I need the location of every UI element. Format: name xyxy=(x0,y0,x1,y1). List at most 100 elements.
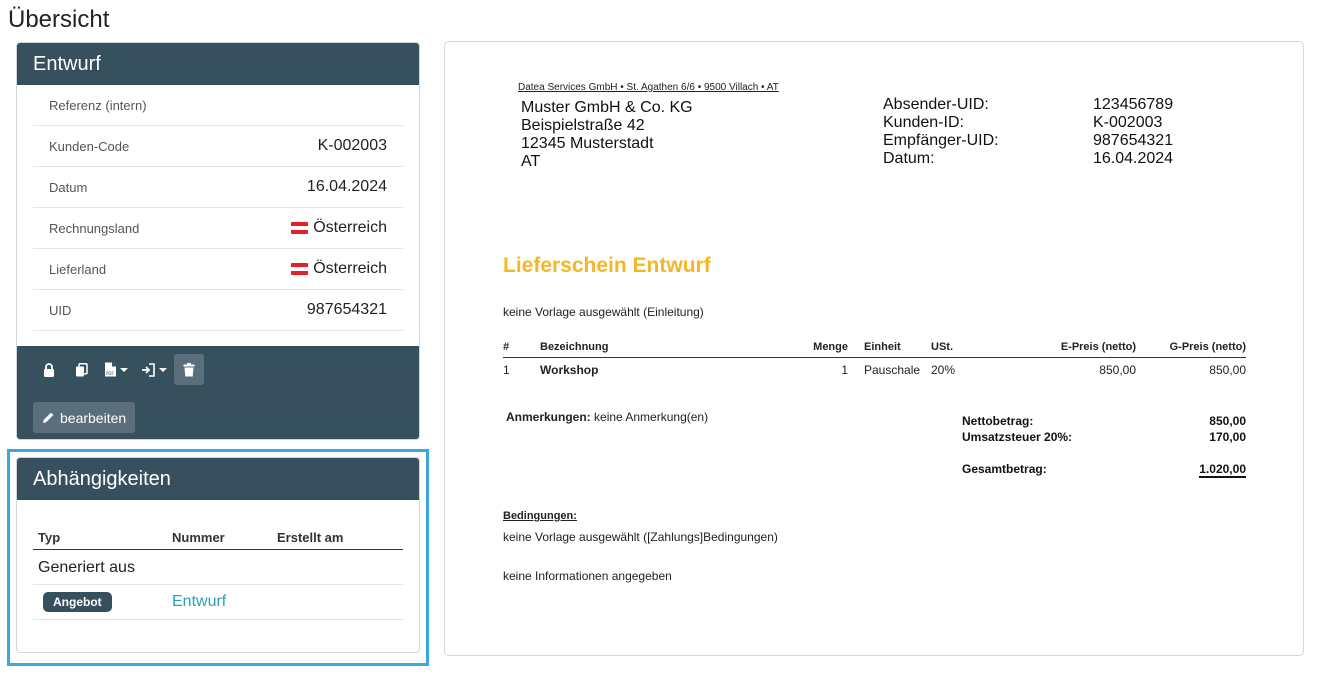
number-cell: Entwurf xyxy=(172,593,277,611)
meta-key: Absender-UID: xyxy=(883,96,989,113)
document-link[interactable]: Entwurf xyxy=(172,593,226,610)
remarks-label: Anmerkungen: xyxy=(506,410,591,424)
table-cell: 1 xyxy=(503,363,510,377)
info-row-date: Datum 16.04.2024 xyxy=(33,167,403,208)
table-cell: Workshop xyxy=(540,363,599,377)
column-header: Einheit xyxy=(864,340,901,353)
dependencies-card-title: Abhängigkeiten xyxy=(17,458,419,500)
info-value-country: Österreich xyxy=(291,260,387,278)
action-toolbar: PDF bearbeiten xyxy=(17,346,419,439)
items-table-header: # Bezeichnung Menge Einheit USt. E-Preis… xyxy=(503,336,1246,358)
pdf-dropdown-button[interactable]: PDF xyxy=(98,354,134,385)
dependencies-table-header: Typ Nummer Erstellt am xyxy=(33,528,403,550)
table-cell: 850,00 xyxy=(1209,363,1246,377)
austria-flag-icon xyxy=(291,222,309,234)
svg-text:PDF: PDF xyxy=(106,371,114,376)
info-value-country: Österreich xyxy=(291,219,387,237)
total-value: 170,00 xyxy=(1209,430,1246,444)
info-row-billing-country: Rechnungsland Österreich xyxy=(33,208,403,249)
column-header: Bezeichnung xyxy=(540,340,609,353)
total-row-net: Nettobetrag: 850,00 xyxy=(962,414,1246,430)
info-row-customer-code: Kunden-Code K-002003 xyxy=(33,126,403,167)
chevron-down-icon xyxy=(159,367,167,372)
column-header: G-Preis (netto) xyxy=(1169,340,1246,353)
table-cell: 1 xyxy=(841,363,848,377)
totals-block: Nettobetrag: 850,00 Umsatzsteuer 20%: 17… xyxy=(962,414,1246,478)
delete-button[interactable] xyxy=(174,354,204,385)
column-header: # xyxy=(503,340,510,353)
recipient-line: Muster GmbH & Co. KG xyxy=(521,99,693,116)
intro-text: keine Vorlage ausgewählt (Einleitung) xyxy=(503,305,704,319)
remarks: Anmerkungen: keine Anmerkung(en) xyxy=(506,410,708,424)
pdf-icon: PDF xyxy=(105,362,116,377)
country-name: Österreich xyxy=(313,260,387,277)
meta-values: 123456789 K-002003 987654321 16.04.2024 xyxy=(1093,96,1173,168)
document-title: Lieferschein Entwurf xyxy=(503,254,711,277)
recipient-line: AT xyxy=(521,153,541,170)
sign-in-icon xyxy=(142,362,155,377)
meta-value: 123456789 xyxy=(1093,96,1174,113)
meta-value: 987654321 xyxy=(1093,132,1174,149)
conditions-text: keine Vorlage ausgewählt ([Zahlungs]Bedi… xyxy=(503,530,778,544)
remarks-text: keine Anmerkung(en) xyxy=(590,410,709,424)
info-label: Lieferland xyxy=(49,261,107,277)
meta-value: 16.04.2024 xyxy=(1093,150,1174,167)
column-header-type: Typ xyxy=(38,530,61,545)
column-header: E-Preis (netto) xyxy=(1060,340,1136,353)
lock-icon xyxy=(44,362,54,377)
items-table: # Bezeichnung Menge Einheit USt. E-Preis… xyxy=(503,336,1246,382)
dependencies-table: Typ Nummer Erstellt am Generiert aus Ang… xyxy=(33,528,403,620)
austria-flag-icon xyxy=(291,263,309,275)
total-value: 850,00 xyxy=(1209,414,1246,428)
column-header: USt. xyxy=(931,340,953,353)
draft-card-title: Entwurf xyxy=(17,43,419,85)
meta-value: K-002003 xyxy=(1093,114,1163,131)
total-label: Umsatzsteuer 20%: xyxy=(962,430,1073,444)
column-header: Menge xyxy=(813,340,848,353)
recipient-line: Beispielstraße 42 xyxy=(521,117,645,134)
total-row-grand: Gesamtbetrag: 1.020,00 xyxy=(962,462,1246,478)
recipient-line: 12345 Musterstadt xyxy=(521,135,654,152)
meta-key: Empfänger-UID: xyxy=(883,132,999,149)
info-value: 987654321 xyxy=(306,301,387,318)
table-cell: Pauschale xyxy=(864,363,921,377)
document-preview: Datea Services GmbH • St. Agathen 6/6 • … xyxy=(444,41,1304,656)
lock-button[interactable] xyxy=(34,354,64,385)
sign-in-dropdown-button[interactable] xyxy=(136,354,172,385)
sender-line: Datea Services GmbH • St. Agathen 6/6 • … xyxy=(518,82,779,93)
info-label: Rechnungsland xyxy=(49,220,140,236)
info-label: Datum xyxy=(49,179,88,195)
copy-button[interactable] xyxy=(66,354,96,385)
meta-key: Kunden-ID: xyxy=(883,114,964,131)
total-label: Nettobetrag: xyxy=(962,414,1034,428)
table-cell: 850,00 xyxy=(1099,363,1136,377)
page-title: Übersicht xyxy=(8,6,110,33)
edit-button-label: bearbeiten xyxy=(60,409,127,426)
group-label: Generiert aus xyxy=(33,550,403,585)
table-cell: 20% xyxy=(931,363,956,377)
type-badge: Angebot xyxy=(43,592,112,612)
conditions-title: Bedingungen: xyxy=(503,510,577,522)
info-value: 16.04.2024 xyxy=(306,178,387,195)
column-header-created: Erstellt am xyxy=(277,530,344,545)
info-row-delivery-country: Lieferland Österreich xyxy=(33,249,403,290)
table-row: Angebot Entwurf xyxy=(33,585,403,620)
country-name: Österreich xyxy=(313,219,387,236)
column-header-number: Nummer xyxy=(172,530,225,545)
recipient-address: Muster GmbH & Co. KG Beispielstraße 42 1… xyxy=(521,99,693,171)
total-value: 1.020,00 xyxy=(1199,462,1246,478)
draft-card: Entwurf Referenz (intern) Kunden-Code K-… xyxy=(16,42,420,440)
dependencies-card: Abhängigkeiten Typ Nummer Erstellt am Ge… xyxy=(16,457,420,653)
total-row-tax: Umsatzsteuer 20%: 170,00 xyxy=(962,430,1246,446)
type-cell: Angebot xyxy=(33,592,172,612)
trash-icon xyxy=(183,362,195,376)
meta-keys: Absender-UID: Kunden-ID: Empfänger-UID: … xyxy=(883,96,999,168)
info-text: keine Informationen angegeben xyxy=(503,569,672,583)
total-label: Gesamtbetrag: xyxy=(962,462,1047,476)
info-label: Referenz (intern) xyxy=(49,97,147,113)
info-label: UID xyxy=(49,302,72,318)
edit-button[interactable]: bearbeiten xyxy=(33,402,136,433)
pencil-icon xyxy=(43,412,54,423)
chevron-down-icon xyxy=(120,367,128,372)
info-value: K-002003 xyxy=(317,137,387,154)
